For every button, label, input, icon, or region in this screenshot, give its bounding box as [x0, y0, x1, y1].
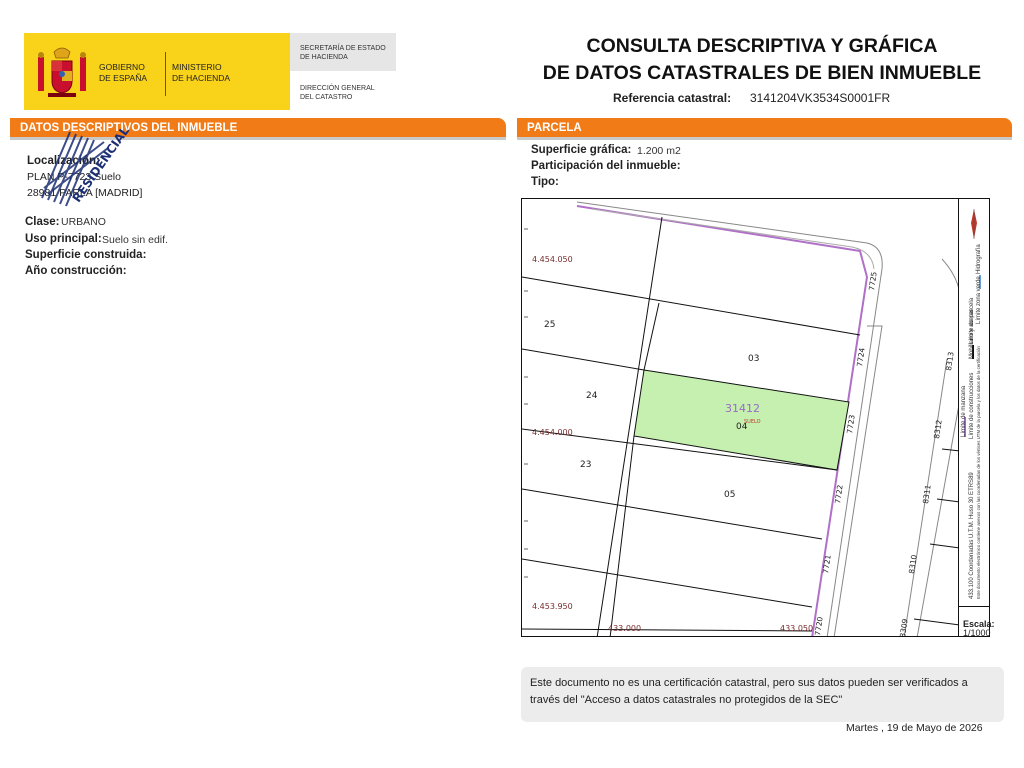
right-block-line-3: [913, 618, 958, 626]
coat-of-arms-icon: [38, 47, 86, 97]
right-block-line-2: [929, 543, 958, 549]
parcel-number-24: 24: [586, 391, 598, 401]
clase-value: URBANO: [61, 216, 106, 228]
parcel-number-25: 25: [544, 320, 555, 330]
superficie-construida-label: Superficie construida:: [25, 249, 147, 261]
tipo-label: Tipo:: [531, 176, 559, 188]
parcel-number-23: 23: [580, 460, 591, 470]
y-coord-3: 4.453.950: [532, 602, 573, 611]
street-number-8313: 8313: [944, 351, 956, 371]
parcel-line-bottom: [522, 628, 813, 632]
street-number-7724: 7724: [855, 347, 867, 367]
street-number-7722: 7722: [833, 484, 845, 504]
y-coord-2: 4.454.000: [532, 428, 573, 437]
gov-text: GOBIERNO DE ESPAÑA: [99, 62, 147, 84]
street-number-7723: 7723: [845, 414, 857, 434]
map-svg: 4.454.050 4.454.000 4.453.950 433.000 43…: [522, 201, 958, 637]
legend-manzana: Límite de manzana: [961, 385, 967, 437]
parcel-line-vertical-3: [609, 435, 635, 636]
street-curb-inner: [591, 208, 875, 270]
superficie-grafica-value: 1.200 m2: [637, 145, 681, 157]
secretaria-line1: SECRETARÍA DE ESTADO: [300, 45, 386, 52]
ref-catastral-label: Referencia catastral:: [613, 91, 732, 105]
clase-label: Clase:: [25, 216, 60, 228]
anio-construccion-label: Año construcción:: [25, 265, 127, 277]
superficie-grafica-label: Superficie gráfica:: [531, 144, 632, 156]
selected-parcel[interactable]: [633, 369, 850, 471]
gov-line2: DE ESPAÑA: [99, 73, 148, 83]
legend-mobiliario: Mobiliario y aceras: [969, 308, 975, 359]
direccion-line1: DIRECCIÓN GENERAL: [300, 85, 375, 92]
secretaria-text: SECRETARÍA DE ESTADO DE HACIENDA: [300, 44, 386, 62]
uso-principal-label: Uso principal:: [25, 233, 102, 245]
street-number-7721: 7721: [821, 554, 833, 574]
title-line1: CONSULTA DESCRIPTIVA Y GRÁFICA: [586, 35, 938, 57]
legend-hidrografia: Hidrografía: [976, 244, 982, 274]
map-legend: Límite de manzana Límite de parcela Hidr…: [958, 198, 990, 607]
legend-zona-verde: Límite zona verde: [976, 276, 982, 324]
cadastral-map[interactable]: 4.454.050 4.454.000 4.453.950 433.000 43…: [521, 198, 959, 637]
ref-catastral-value: 3141204VK3534S0001FR: [750, 91, 891, 105]
uso-principal-value: Suelo sin edif.: [102, 234, 168, 246]
right-bar-shadow: [517, 137, 1012, 140]
street-number-8309: 8309: [898, 618, 910, 637]
x-coord-2: 433.050: [780, 624, 813, 633]
ministry-line1: MINISTERIO: [172, 62, 222, 72]
x-coord-1: 433.000: [608, 624, 641, 633]
legend-utm: 433.100 Coordenadas U.T.M. Huso 30 ETRS8…: [969, 472, 975, 599]
scale-value: 1/1000: [963, 628, 991, 638]
right-block-line-4: [936, 498, 958, 503]
axis-ticks: [524, 228, 528, 578]
street-number-8310: 8310: [907, 554, 919, 574]
direccion-text: DIRECCIÓN GENERAL DEL CATASTRO: [300, 84, 375, 102]
legend-construcciones: Límite de construcciones: [969, 372, 975, 439]
sidewalk-line: [833, 325, 883, 636]
parcel-line-4: [522, 488, 823, 540]
street-number-7720: 7720: [813, 616, 825, 636]
document-date: Martes , 19 de Mayo de 2026: [846, 722, 983, 734]
parcel-line-vertical-2: [643, 302, 660, 371]
north-arrow-icon: [971, 209, 977, 239]
parcela-header: PARCELA: [517, 118, 1012, 137]
secretaria-line2: DE HACIENDA: [300, 54, 348, 61]
legend-note: Este documento electrónico contiene anex…: [976, 346, 981, 599]
notice-text: Este documento no es una certificación c…: [530, 677, 968, 706]
residential-stamp: RESIDENCIAL: [41, 128, 132, 207]
page-title: CONSULTA DESCRIPTIVA Y GRÁFICA DE DATOS …: [520, 33, 1004, 87]
participacion-label: Participación del inmueble:: [531, 160, 681, 172]
ministry-text: MINISTERIO DE HACIENDA: [172, 62, 230, 84]
parcel-line-2: [522, 348, 645, 371]
gov-line1: GOBIERNO: [99, 62, 145, 72]
parcel-number-05: 05: [724, 490, 735, 500]
street-number-8312: 8312: [932, 419, 944, 439]
street-number-7725: 7725: [867, 271, 879, 291]
highlight-code: 31412: [725, 402, 760, 415]
title-line2: DE DATOS CATASTRALES DE BIEN INMUEBLE: [542, 62, 982, 84]
parcel-number-03: 03: [748, 354, 759, 364]
street-number-8311: 8311: [921, 484, 933, 504]
ministry-line2: DE HACIENDA: [172, 73, 231, 83]
direccion-line2: DEL CATASTRO: [300, 94, 353, 101]
stamp-text: RESIDENCIAL: [70, 128, 132, 205]
parcel-line-5: [522, 558, 813, 608]
gov-separator: [165, 52, 166, 96]
road-curve: [941, 258, 958, 288]
y-coord-1: 4.454.050: [532, 255, 573, 264]
highlight-sublabel: SUELO: [744, 419, 761, 425]
parcel-line-1: [522, 276, 861, 336]
